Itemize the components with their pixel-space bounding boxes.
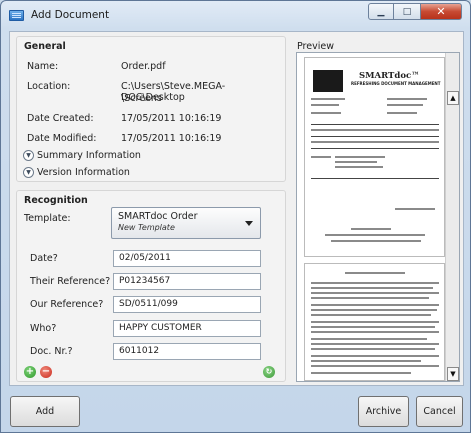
archive-button[interactable]: Archive [358, 396, 409, 427]
date-field[interactable]: 02/05/2011 [113, 250, 261, 267]
template-label: Template: [24, 213, 71, 224]
location-label: Location: [27, 81, 71, 92]
window-title: Add Document [31, 9, 110, 21]
title-bar[interactable]: Add Document ▁ □ ✕ [1, 1, 470, 29]
doc-nr-field[interactable]: 6011012 [113, 343, 261, 360]
date-created-label: Date Created: [27, 113, 94, 124]
maximize-icon: □ [402, 6, 412, 17]
template-value: SMARTdoc Order [118, 211, 198, 222]
minimize-icon: ▁ [377, 6, 385, 17]
preview-logo-subtitle: REFRESHING DOCUMENT MANAGEMENT [351, 81, 441, 86]
dialog-body: General Name: Order.pdf Location: C:\Use… [9, 31, 464, 386]
name-value: Order.pdf [121, 61, 166, 72]
window-controls: ▁ □ ✕ [368, 3, 462, 20]
template-dropdown[interactable]: SMARTdoc Order New Template [111, 207, 261, 239]
date-modified-label: Date Modified: [27, 133, 97, 144]
template-subtitle: New Template [118, 223, 175, 232]
version-information-label: Version Information [37, 167, 130, 178]
dropdown-arrow-icon [245, 221, 253, 226]
who-field[interactable]: HAPPY CUSTOMER [113, 320, 261, 337]
recognition-group: Recognition Template: SMARTdoc Order New… [16, 190, 286, 382]
minimize-button[interactable]: ▁ [368, 3, 394, 20]
preview-page-1: SMARTdoc™ REFRESHING DOCUMENT MANAGEMENT [304, 57, 445, 257]
recognition-heading: Recognition [24, 195, 88, 206]
scroll-down-icon: ▼ [450, 370, 456, 378]
preview-pane[interactable]: SMARTdoc™ REFRESHING DOCUMENT MANAGEMENT [296, 52, 460, 382]
remove-field-button[interactable]: − [40, 366, 52, 378]
maximize-button[interactable]: □ [394, 3, 420, 20]
add-document-window: Add Document ▁ □ ✕ General Name: Order.p… [0, 0, 471, 433]
who-label: Who? [30, 323, 57, 334]
minus-icon: − [41, 366, 51, 377]
our-reference-label: Our Reference? [30, 299, 104, 310]
plus-icon: + [25, 366, 35, 377]
their-reference-label: Their Reference? [30, 276, 111, 287]
summary-information-expander[interactable]: ▼ Summary Information [23, 150, 141, 161]
chevron-down-icon: ▼ [23, 150, 34, 161]
scroll-down-button[interactable]: ▼ [447, 367, 459, 381]
footer-bar: Add Archive Cancel [1, 389, 470, 433]
chevron-down-icon: ▼ [23, 167, 34, 178]
preview-scrollbar[interactable]: ▲ ▼ [445, 53, 459, 381]
scroll-up-icon: ▲ [450, 94, 456, 102]
summary-information-label: Summary Information [37, 150, 141, 161]
add-field-button[interactable]: + [24, 366, 36, 378]
date-field-label: Date? [30, 253, 58, 264]
preview-page-2 [304, 263, 445, 381]
cancel-button[interactable]: Cancel [416, 396, 463, 427]
company-logo [313, 70, 343, 92]
doc-nr-label: Doc. Nr.? [30, 346, 73, 357]
our-reference-field[interactable]: SD/0511/099 [113, 296, 261, 313]
close-button[interactable]: ✕ [420, 3, 462, 20]
date-created-value: 17/05/2011 10:16:19 [121, 113, 222, 124]
add-button[interactable]: Add [10, 396, 80, 427]
close-icon: ✕ [436, 5, 446, 18]
name-label: Name: [27, 61, 59, 72]
general-heading: General [24, 41, 66, 52]
date-modified-value: 17/05/2011 10:16:19 [121, 133, 222, 144]
refresh-button[interactable]: ↻ [263, 366, 275, 378]
preview-logo-text: SMARTdoc™ [359, 71, 420, 81]
their-reference-field[interactable]: P01234567 [113, 273, 261, 290]
version-information-expander[interactable]: ▼ Version Information [23, 167, 130, 178]
document-icon [9, 10, 24, 21]
scroll-up-button[interactable]: ▲ [447, 91, 459, 105]
refresh-icon: ↻ [265, 367, 273, 376]
preview-label: Preview [297, 41, 334, 52]
general-group: General Name: Order.pdf Location: C:\Use… [16, 36, 286, 182]
location-value-line2: \Screens [121, 93, 162, 104]
